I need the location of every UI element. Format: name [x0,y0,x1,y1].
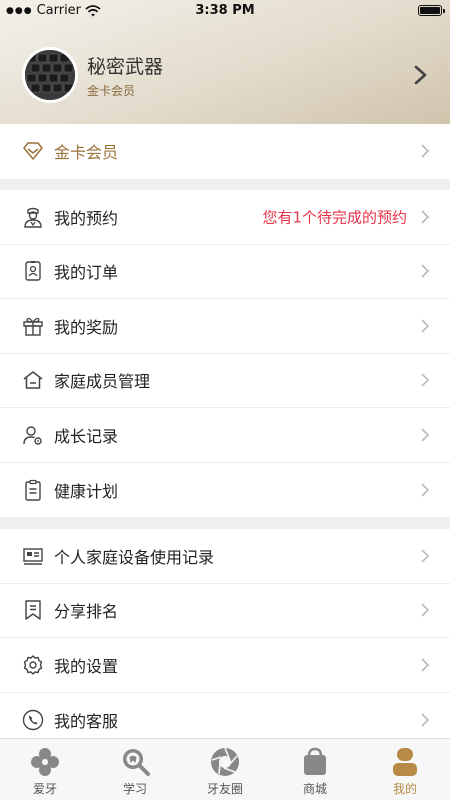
profile-chevron-right-icon[interactable] [412,64,430,86]
phone-icon [22,709,44,730]
order-icon [25,261,41,281]
profile-header: ●●● Carrier 3:38 PM 秘密武器 金卡会员 [0,0,450,124]
doctor-icon [24,207,42,228]
chevron-right-icon [421,483,430,497]
membership-label: 金卡会员 [54,143,119,163]
tab-mine[interactable]: 我的 [360,739,450,800]
menu-row-health[interactable]: 健康计划 [0,463,450,518]
menu-label-share: 分享排名 [54,602,119,622]
user-profile-icon [393,748,417,776]
home-icon [23,371,43,389]
tab-mall[interactable]: 商城 [270,739,360,800]
menu-label-appointment: 我的预约 [54,208,119,228]
clover-icon [31,748,59,776]
tab-label-learn: 学习 [122,782,147,796]
menu-label-rewards: 我的奖励 [54,317,119,337]
menu-row-family[interactable]: 家庭成员管理 [0,354,450,408]
menu-label-device: 个人家庭设备使用记录 [54,547,215,567]
battery-icon [418,5,445,16]
menu-label-health: 健康计划 [54,481,119,501]
tooth-search-icon [123,749,150,776]
diamond-icon [23,142,43,160]
chevron-right-icon [421,549,430,563]
menu-row-appointment[interactable]: 我的预约 您有1个待完成的预约 [0,190,450,245]
chevron-right-icon [421,428,430,442]
avatar-keyboard-image [25,50,75,100]
menu-row-rewards[interactable]: 我的奖励 [0,299,450,354]
gift-icon [23,317,43,336]
tab-label-circle: 牙友圈 [206,782,243,796]
profile-name: 秘密武器 [87,56,164,78]
menu-label-service: 我的客服 [54,711,119,731]
chevron-right-icon [421,658,430,672]
clock: 3:38 PM [195,3,255,18]
main-menu-section: 我的预约 您有1个待完成的预约 我的订单 我的奖励 家庭成员管理 成长记录 健康… [0,190,450,517]
profile-level: 金卡会员 [87,84,136,98]
tab-learn[interactable]: 学习 [90,739,180,800]
menu-label-family: 家庭成员管理 [54,372,151,392]
menu-row-settings[interactable]: 我的设置 [0,638,450,693]
avatar[interactable] [22,47,78,103]
chevron-right-icon [421,319,430,333]
chevron-right-icon [421,713,430,727]
more-menu-section: 个人家庭设备使用记录 分享排名 我的设置 我的客服 [0,529,450,747]
chevron-right-icon [421,373,430,387]
aperture-icon [211,747,239,776]
menu-row-growth[interactable]: 成长记录 [0,408,450,463]
menu-row-orders[interactable]: 我的订单 [0,245,450,299]
chevron-right-icon [421,210,430,224]
chevron-right-icon [421,264,430,278]
clipboard-icon [25,479,41,501]
tab-label-mall: 商城 [302,782,327,796]
settings-icon [23,655,43,675]
membership-section: 金卡会员 [0,124,450,179]
status-bar: ●●● Carrier 3:38 PM [0,0,450,22]
device-record-icon [23,548,43,565]
tab-aiya[interactable]: 爱牙 [0,739,90,800]
chevron-right-icon [421,144,430,158]
menu-row-share[interactable]: 分享排名 [0,584,450,638]
menu-label-growth: 成长记录 [54,426,119,446]
pending-appointment-note: 您有1个待完成的预约 [262,208,407,227]
chevron-right-icon [421,603,430,617]
bookmark-ranking-icon [25,600,41,620]
tab-label-mine: 我的 [392,782,417,796]
menu-label-settings: 我的设置 [54,656,119,676]
menu-row-device[interactable]: 个人家庭设备使用记录 [0,529,450,584]
membership-row[interactable]: 金卡会员 [0,124,450,179]
tab-label-aiya: 爱牙 [32,782,57,796]
user-gear-icon [23,426,42,445]
menu-label-orders: 我的订单 [54,263,119,283]
shopping-bag-icon [304,747,326,775]
tab-circle[interactable]: 牙友圈 [180,739,270,800]
tab-bar: 爱牙 学习 牙友圈 商城 我的 [0,738,450,800]
